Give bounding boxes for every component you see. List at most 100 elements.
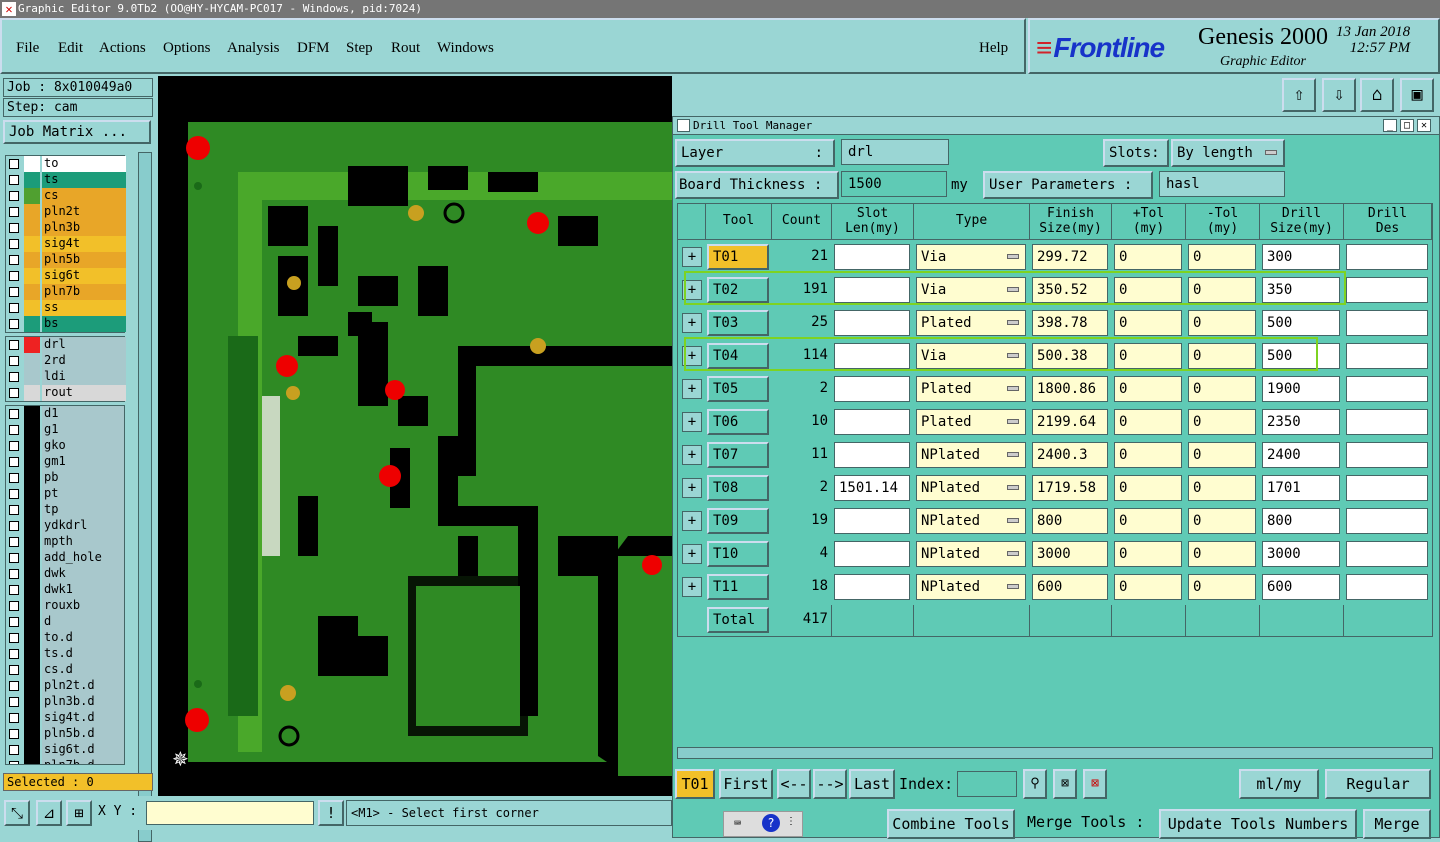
cell-des[interactable] [1346, 508, 1428, 534]
menu-help[interactable]: Help [979, 40, 1008, 57]
layer-row[interactable]: gm1 [6, 454, 124, 470]
layer-row[interactable]: ldi [6, 369, 126, 385]
row-expand-icon[interactable]: + [682, 379, 702, 399]
layer-checkbox[interactable] [9, 191, 19, 201]
cell-des[interactable] [1346, 541, 1428, 567]
layer-row[interactable]: sig6t [6, 268, 126, 284]
layer-name[interactable]: ydkdrl [42, 518, 124, 534]
layer-name[interactable]: sig4t [42, 236, 126, 252]
cell-drill[interactable]: 3000 [1262, 541, 1340, 567]
layer-name[interactable]: ts [42, 172, 126, 188]
zoom-tool-icon[interactable]: ⤡ [4, 800, 30, 826]
layer-checkbox[interactable] [9, 697, 19, 707]
layer-checkbox[interactable] [9, 729, 19, 739]
cell-slot[interactable] [834, 508, 910, 534]
cell-ntol[interactable]: 0 [1188, 541, 1256, 567]
layer-name[interactable]: to.d [42, 630, 124, 646]
window-menu-icon[interactable] [677, 119, 690, 132]
merge-button[interactable]: Merge [1363, 809, 1431, 839]
tool-button[interactable]: T11 [707, 574, 769, 600]
cell-ptol[interactable]: 0 [1114, 442, 1182, 468]
row-expand-icon[interactable]: + [682, 577, 702, 597]
layer-row[interactable]: pln7b [6, 284, 126, 300]
layer-row[interactable]: mpth [6, 534, 124, 550]
layer-checkbox[interactable] [9, 489, 19, 499]
tool-button[interactable]: T01 [707, 244, 769, 270]
layer-row[interactable]: ss [6, 300, 126, 316]
menu-file[interactable]: File [16, 40, 39, 57]
cell-slot[interactable] [834, 541, 910, 567]
cell-des[interactable] [1346, 574, 1428, 600]
cell-type[interactable]: NPlated [916, 508, 1026, 534]
layer-row[interactable]: pln5b [6, 252, 126, 268]
search-icon[interactable]: ⚲ [1023, 769, 1047, 799]
cell-type[interactable]: Plated [916, 376, 1026, 402]
zoom-icon[interactable]: ⊠ [1053, 769, 1077, 799]
layer-row[interactable]: ts.d [6, 646, 124, 662]
layer-name[interactable]: cs.d [42, 662, 124, 678]
mode-dropdown[interactable]: Regular [1325, 769, 1431, 799]
first-button[interactable]: First [719, 769, 773, 799]
cell-ntol[interactable]: 0 [1188, 442, 1256, 468]
layer-name[interactable]: drl [42, 337, 126, 353]
layer-row[interactable]: d1 [6, 406, 124, 422]
cell-ptol[interactable]: 0 [1114, 409, 1182, 435]
layer-checkbox[interactable] [9, 713, 19, 723]
layer-name[interactable]: pln7b [42, 284, 126, 300]
layer-row[interactable]: pln3b [6, 220, 126, 236]
layer-row[interactable]: ts [6, 172, 126, 188]
job-matrix-button[interactable]: Job Matrix ... [3, 120, 151, 144]
layer-name[interactable]: dwk [42, 566, 124, 582]
measure-tool-icon[interactable]: ⊿ [36, 800, 62, 826]
tool-button[interactable]: T06 [707, 409, 769, 435]
layer-name[interactable]: dwk1 [42, 582, 124, 598]
cell-drill[interactable]: 1900 [1262, 376, 1340, 402]
cell-type[interactable]: NPlated [916, 475, 1026, 501]
row-expand-icon[interactable]: + [682, 412, 702, 432]
cell-type[interactable]: Plated [916, 409, 1026, 435]
cell-finish[interactable]: 1719.58 [1032, 475, 1108, 501]
alert-icon[interactable]: ! [318, 800, 344, 826]
layer-row[interactable]: dwk1 [6, 582, 124, 598]
layer-name[interactable]: pln5b [42, 252, 126, 268]
tool-button[interactable]: T09 [707, 508, 769, 534]
layer-checkbox[interactable] [9, 457, 19, 467]
layer-row[interactable]: ydkdrl [6, 518, 124, 534]
layer-checkbox[interactable] [9, 425, 19, 435]
layer-checkbox[interactable] [9, 287, 19, 297]
layer-checkbox[interactable] [9, 473, 19, 483]
layer-name[interactable]: pln2t [42, 204, 126, 220]
next-button[interactable]: --> [813, 769, 847, 799]
layer-row[interactable]: rouxb [6, 598, 124, 614]
layer-name[interactable]: rout [42, 385, 126, 401]
layer-checkbox[interactable] [9, 761, 19, 764]
cell-ptol[interactable]: 0 [1114, 475, 1182, 501]
layer-checkbox[interactable] [9, 207, 19, 217]
cell-finish[interactable]: 2199.64 [1032, 409, 1108, 435]
layer-checkbox[interactable] [9, 441, 19, 451]
cell-drill[interactable]: 300 [1262, 244, 1340, 270]
menu-actions[interactable]: Actions [99, 40, 146, 57]
layer-checkbox[interactable] [9, 617, 19, 627]
cell-slot[interactable] [834, 574, 910, 600]
layer-row[interactable]: cs [6, 188, 126, 204]
layer-name[interactable]: ldi [42, 369, 126, 385]
layer-row[interactable]: to [6, 156, 126, 172]
row-expand-icon[interactable]: + [682, 478, 702, 498]
layer-scrollbar[interactable] [138, 152, 152, 842]
xy-input[interactable] [146, 801, 314, 825]
cell-slot[interactable]: 1501.14 [834, 475, 910, 501]
slots-dropdown[interactable]: By length [1171, 139, 1285, 167]
last-button[interactable]: Last [849, 769, 895, 799]
update-numbers-dropdown[interactable]: Update Tools Numbers [1159, 809, 1357, 839]
menu-edit[interactable]: Edit [58, 40, 83, 57]
layer-checkbox[interactable] [9, 159, 19, 169]
cell-type[interactable]: Via [916, 244, 1026, 270]
cell-ntol[interactable]: 0 [1188, 310, 1256, 336]
cell-ntol[interactable]: 0 [1188, 508, 1256, 534]
layer-name[interactable]: ts.d [42, 646, 124, 662]
layer-row[interactable]: pt [6, 486, 124, 502]
cell-finish[interactable]: 398.78 [1032, 310, 1108, 336]
minimize-icon[interactable]: _ [1383, 119, 1397, 132]
cell-ntol[interactable]: 0 [1188, 574, 1256, 600]
